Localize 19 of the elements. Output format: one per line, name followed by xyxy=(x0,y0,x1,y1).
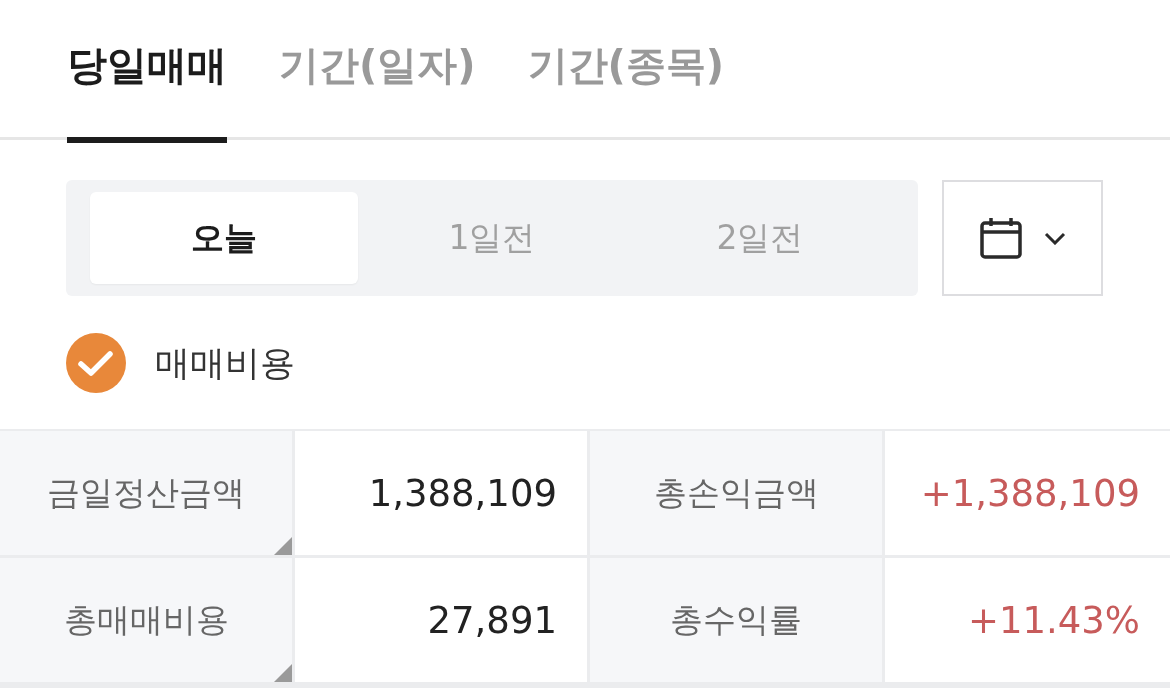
period-option[interactable]: 오늘 xyxy=(90,192,358,284)
period-option[interactable]: 2일전 xyxy=(626,192,894,284)
tab[interactable]: 당일매매 xyxy=(67,0,227,143)
period-option[interactable]: 1일전 xyxy=(358,192,626,284)
value-cell: 27,891 xyxy=(295,558,587,682)
label-cell: 금일정산금액 xyxy=(0,431,292,555)
label-cell: 총수익률 xyxy=(590,558,882,682)
tab[interactable]: 기간(종목) xyxy=(527,0,725,143)
value-cell: 1,388,109 xyxy=(295,431,587,555)
date-picker-button[interactable] xyxy=(942,180,1103,296)
value-cell: +11.43% xyxy=(885,558,1170,682)
tab[interactable]: 기간(일자) xyxy=(279,0,476,143)
value-cell: +1,388,109 xyxy=(885,431,1170,555)
checkbox[interactable] xyxy=(66,333,126,393)
label-cell: 총손익금액 xyxy=(590,431,882,555)
label-cell: 총매매비용 xyxy=(0,558,292,682)
chevron-down-icon xyxy=(1043,231,1066,245)
calendar-icon xyxy=(979,217,1022,259)
checkbox-label: 매매비용 xyxy=(155,341,295,385)
